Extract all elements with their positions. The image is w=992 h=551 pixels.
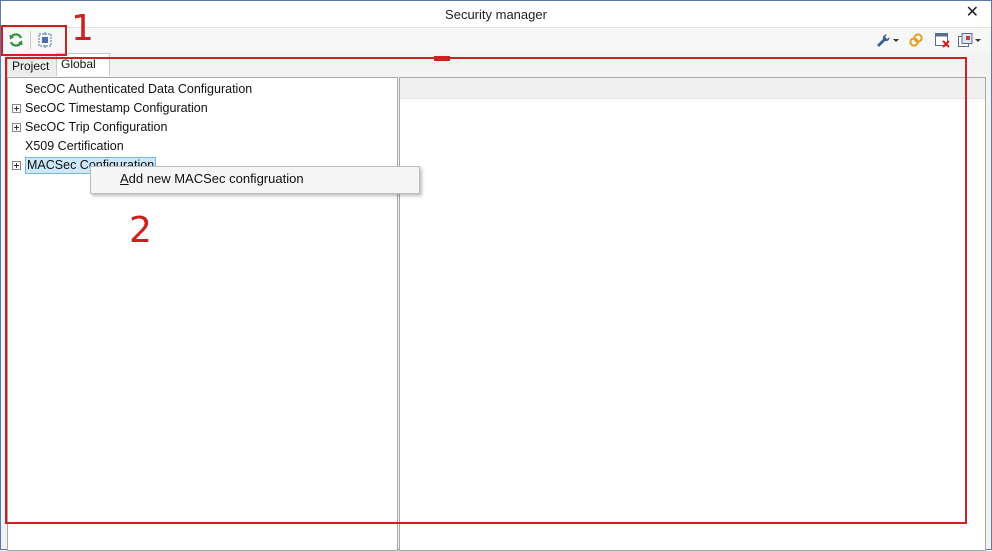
wrench-dropdown-icon (877, 34, 899, 47)
security-manager-window: Security manager ✕ Project Global SecOC … (0, 0, 992, 551)
annotation-label-2: 2 (129, 210, 152, 251)
window-title: Security manager (445, 7, 547, 22)
title-bar: Security manager ✕ (1, 1, 991, 28)
export-dropdown-icon (958, 33, 981, 47)
link-button[interactable] (905, 30, 927, 50)
annotation-label-1: 1 (71, 8, 94, 49)
export-dropdown-button[interactable] (956, 30, 984, 50)
annotation-box-1 (1, 25, 67, 56)
splitter-handle[interactable] (434, 56, 450, 61)
link-icon (909, 33, 923, 47)
close-icon[interactable]: ✕ (966, 5, 979, 21)
toolbar (1, 28, 991, 52)
delete-table-icon (935, 33, 950, 48)
annotation-box-2 (5, 57, 967, 524)
settings-dropdown-button[interactable] (873, 30, 901, 50)
delete-table-button[interactable] (931, 30, 953, 50)
